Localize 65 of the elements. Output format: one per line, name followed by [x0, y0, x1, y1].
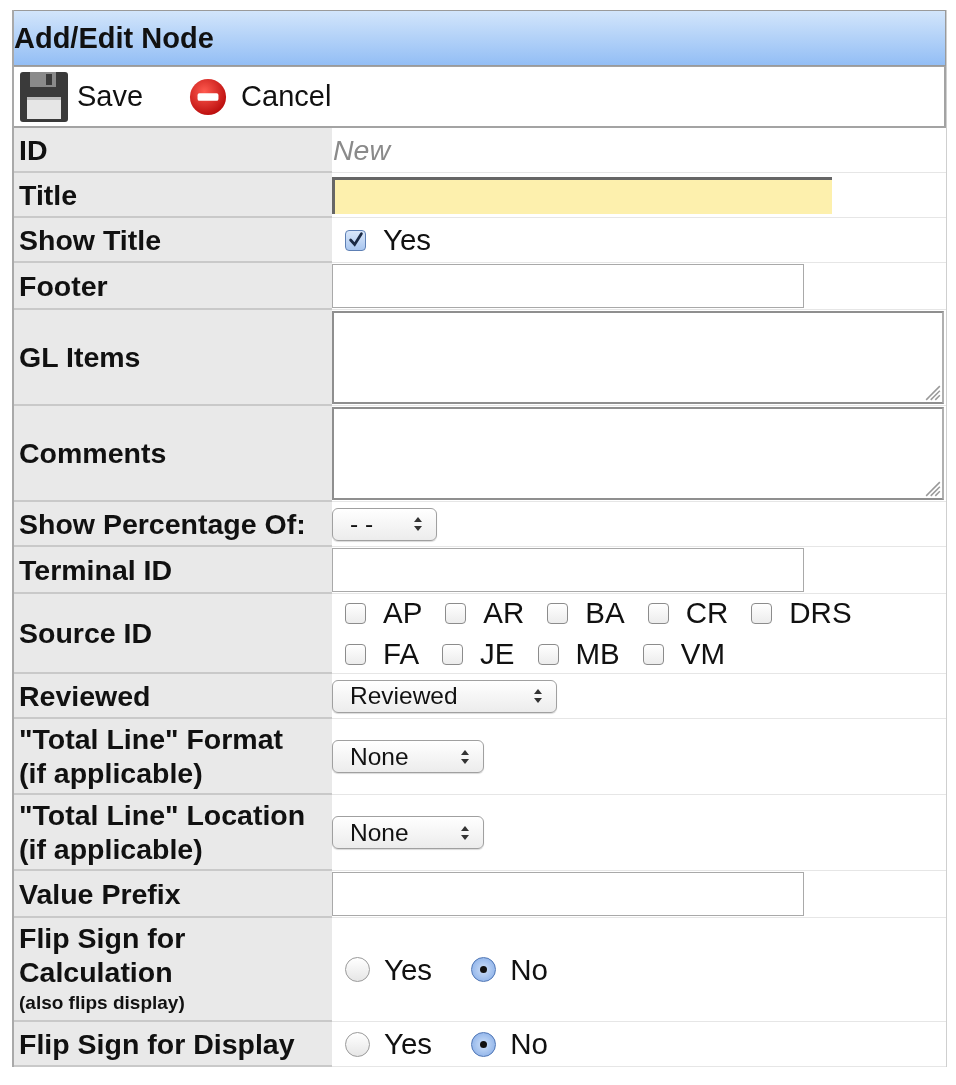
checkbox-label: Yes: [383, 223, 432, 257]
text-field[interactable]: [332, 176, 832, 214]
no-entry-icon: [189, 77, 228, 116]
field-label: Reviewed: [19, 678, 152, 713]
radio-label: No: [510, 1027, 548, 1061]
up-down-arrows-icon: [461, 825, 469, 840]
up-down-arrows-icon: [414, 517, 422, 531]
save-button[interactable]: Save: [20, 71, 144, 122]
checkbox[interactable]: [345, 229, 366, 251]
textarea-field[interactable]: [332, 407, 944, 500]
field-note: (also flips display): [19, 991, 186, 1015]
field-label: GL Items: [19, 340, 142, 374]
checkbox[interactable]: [547, 602, 569, 624]
radio-button[interactable]: [471, 1031, 497, 1057]
checkbox[interactable]: [445, 602, 467, 624]
text-field[interactable]: [332, 264, 804, 308]
checkbox-label: AP: [383, 596, 423, 630]
radio-button[interactable]: [345, 957, 370, 982]
textarea-field[interactable]: [332, 311, 944, 404]
field-label: Flip Sign for Display: [19, 1026, 296, 1061]
dropdown[interactable]: None: [332, 740, 484, 773]
field-label: Title: [19, 177, 79, 212]
radio-label: No: [510, 952, 548, 987]
checkbox-label: FA: [383, 637, 420, 671]
resize-grip-icon[interactable]: [925, 481, 941, 497]
panel-title: Add/Edit Node: [14, 21, 214, 55]
field-label: Terminal ID: [19, 552, 174, 587]
text-field[interactable]: [332, 548, 804, 592]
checkbox-label: MB: [575, 637, 620, 671]
checkbox[interactable]: [537, 643, 559, 665]
field-label: ID: [19, 132, 49, 167]
dropdown[interactable]: None: [332, 816, 484, 849]
field-value: New: [333, 133, 390, 167]
resize-grip-icon[interactable]: [925, 385, 941, 401]
checkbox-label: AR: [483, 596, 525, 630]
field-label: Value Prefix: [19, 876, 182, 911]
field-label: Show Percentage Of:: [19, 506, 307, 541]
checkbox[interactable]: [345, 602, 366, 624]
checkbox-label: VM: [680, 637, 725, 671]
checkbox-label: DRS: [789, 596, 852, 630]
text-field[interactable]: [332, 872, 804, 916]
field-label: Footer: [19, 268, 109, 303]
dropdown[interactable]: Reviewed: [332, 679, 557, 713]
field-label: Flip Sign for Calculation: [19, 921, 187, 989]
field-label: Source ID: [19, 616, 154, 650]
field-label: Show Title: [19, 222, 162, 257]
checkbox[interactable]: [442, 643, 464, 665]
radio-button[interactable]: [345, 1031, 370, 1057]
checkbox-label: CR: [685, 596, 729, 630]
cancel-button[interactable]: Cancel: [189, 77, 332, 116]
field-label: "Total Line" Format (if applicable): [19, 722, 284, 790]
dropdown[interactable]: - -: [332, 507, 437, 541]
checkbox[interactable]: [751, 602, 773, 624]
field-label: "Total Line" Location (if applicable): [19, 798, 307, 866]
up-down-arrows-icon: [534, 689, 542, 703]
checkbox-label: BA: [585, 596, 625, 630]
radio-label: Yes: [384, 1027, 433, 1061]
radio-label: Yes: [384, 952, 433, 987]
radio-button[interactable]: [471, 957, 497, 982]
up-down-arrows-icon: [461, 749, 469, 764]
checkbox[interactable]: [345, 643, 366, 665]
field-label: Comments: [19, 436, 168, 470]
checkbox[interactable]: [647, 602, 669, 624]
checkbox-label: JE: [480, 637, 515, 671]
checkbox[interactable]: [642, 643, 664, 665]
